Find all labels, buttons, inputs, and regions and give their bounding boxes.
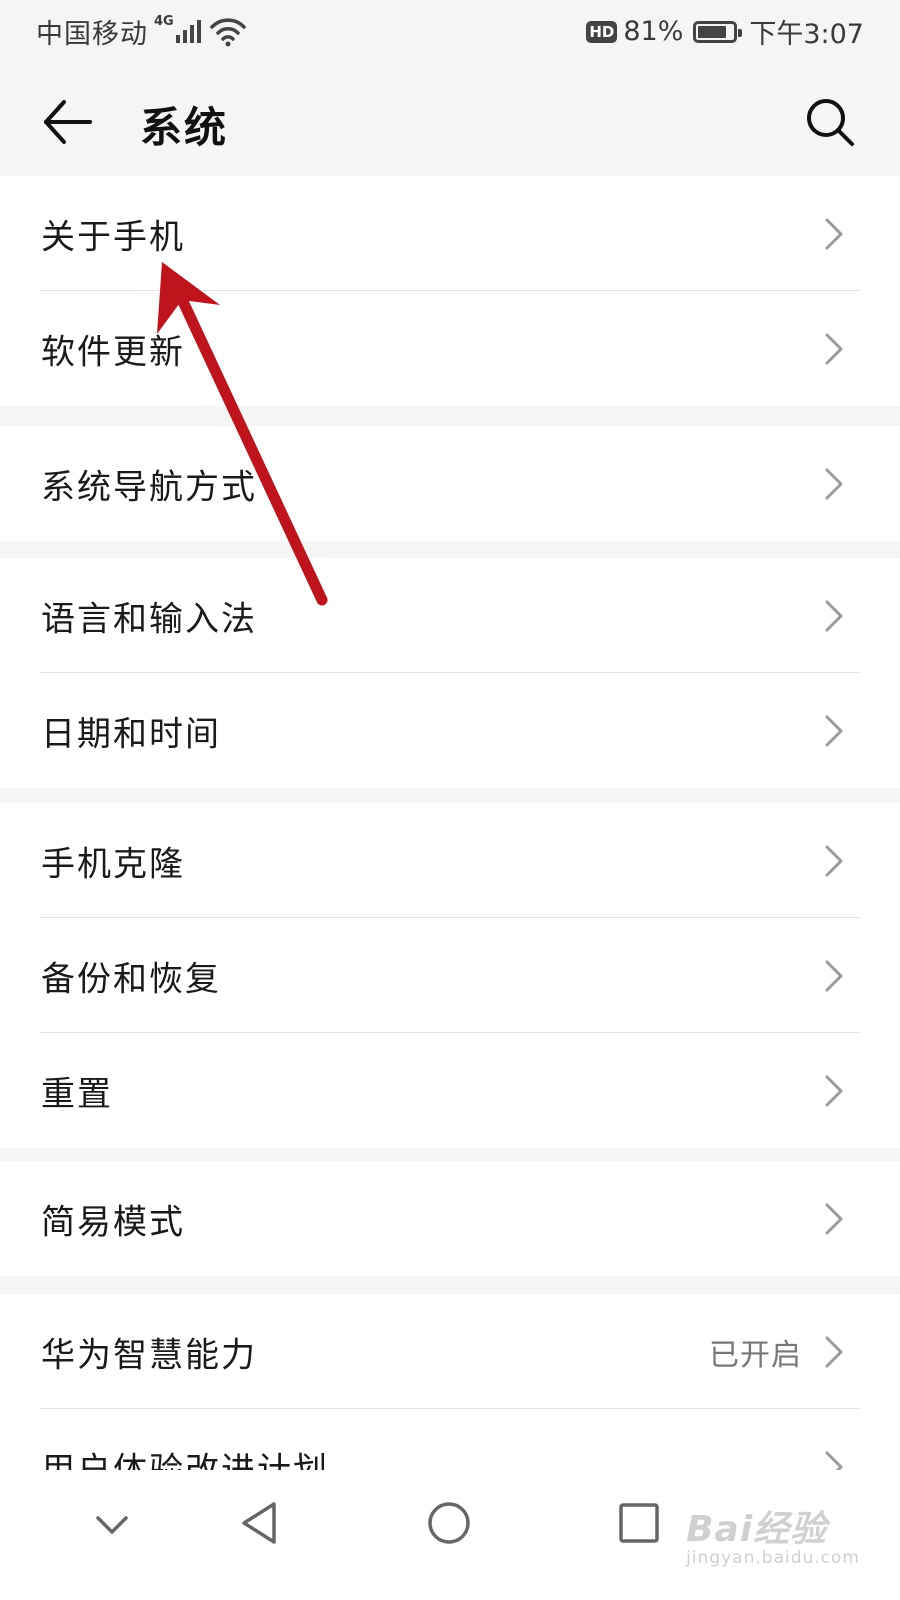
settings-section: 关于手机 软件更新 [0, 176, 900, 406]
clock: 下午3:07 [749, 19, 864, 50]
settings-row-label: 简易模式 [41, 1202, 185, 1242]
chevron-down-icon [96, 1516, 128, 1534]
chevron-right-icon [825, 845, 843, 876]
carrier-name: 中国移动 [36, 19, 148, 50]
settings-row-label: 关于手机 [41, 217, 185, 257]
hd-badge: HD [586, 20, 618, 43]
settings-row-label: 软件更新 [41, 332, 185, 372]
settings-row[interactable]: 手机克隆 [0, 803, 900, 918]
search-icon [807, 99, 854, 146]
battery-percent: 81% [623, 16, 684, 47]
settings-row-label: 语言和输入法 [41, 599, 257, 639]
app-bar: 系统 [0, 62, 900, 180]
nav-back-button[interactable] [236, 1498, 286, 1548]
settings-row-label: 日期和时间 [41, 714, 221, 754]
settings-row[interactable]: 华为智慧能力 已开启 [0, 1294, 900, 1409]
settings-row[interactable]: 备份和恢复 [0, 918, 900, 1033]
settings-row[interactable]: 关于手机 [0, 176, 900, 291]
arrow-left-icon [44, 100, 92, 144]
chevron-right-icon [825, 468, 843, 499]
status-bar: 中国移动 4G HD 81% 下午3:07 [0, 0, 900, 62]
chevron-right-icon [825, 1336, 843, 1367]
baidu-jingyan-watermark: Bai经验 jingyan.baidu.com [686, 1500, 860, 1568]
watermark-url: jingyan.baidu.com [686, 1548, 860, 1568]
settings-section: 手机克隆备份和恢复重置 [0, 803, 900, 1148]
settings-row-label: 重置 [41, 1074, 113, 1114]
settings-row-label: 备份和恢复 [41, 959, 221, 999]
search-button[interactable] [800, 92, 860, 152]
settings-row[interactable]: 日期和时间 [0, 673, 900, 788]
network-type: 4G [154, 14, 174, 29]
circle-home-icon [428, 1502, 470, 1544]
triangle-back-icon [242, 1502, 276, 1544]
chevron-right-icon [825, 218, 843, 249]
settings-row-label: 系统导航方式 [41, 467, 257, 507]
settings-row[interactable]: 重置 [0, 1033, 900, 1148]
chevron-right-icon [825, 960, 843, 991]
square-recents-icon [619, 1503, 659, 1543]
settings-row-value: 已开启 [709, 1337, 802, 1373]
chevron-right-icon [825, 333, 843, 364]
settings-row[interactable]: 软件更新 [0, 291, 900, 406]
chevron-right-icon [825, 715, 843, 746]
settings-section: 语言和输入法 日期和时间 [0, 558, 900, 788]
battery-icon [693, 20, 743, 43]
settings-row-label: 手机克隆 [41, 844, 185, 884]
settings-row-label: 华为智慧能力 [41, 1335, 257, 1375]
wifi-icon [209, 17, 246, 46]
watermark-brand: Bai经验 [686, 1509, 828, 1550]
page-title: 系统 [140, 103, 229, 152]
chevron-right-icon [825, 1203, 843, 1234]
settings-row[interactable]: 语言和输入法 [0, 558, 900, 673]
settings-section: 系统导航方式 [0, 426, 900, 541]
nav-home-button[interactable] [424, 1498, 474, 1548]
hide-nav-button[interactable] [92, 1504, 132, 1544]
chevron-right-icon [825, 1075, 843, 1106]
nav-recents-button[interactable] [616, 1500, 662, 1546]
settings-row[interactable]: 系统导航方式 [0, 426, 900, 541]
signal-icon [175, 19, 201, 43]
back-button[interactable] [38, 92, 98, 152]
settings-row[interactable]: 简易模式 [0, 1161, 900, 1276]
settings-section: 简易模式 [0, 1161, 900, 1276]
chevron-right-icon [825, 600, 843, 631]
